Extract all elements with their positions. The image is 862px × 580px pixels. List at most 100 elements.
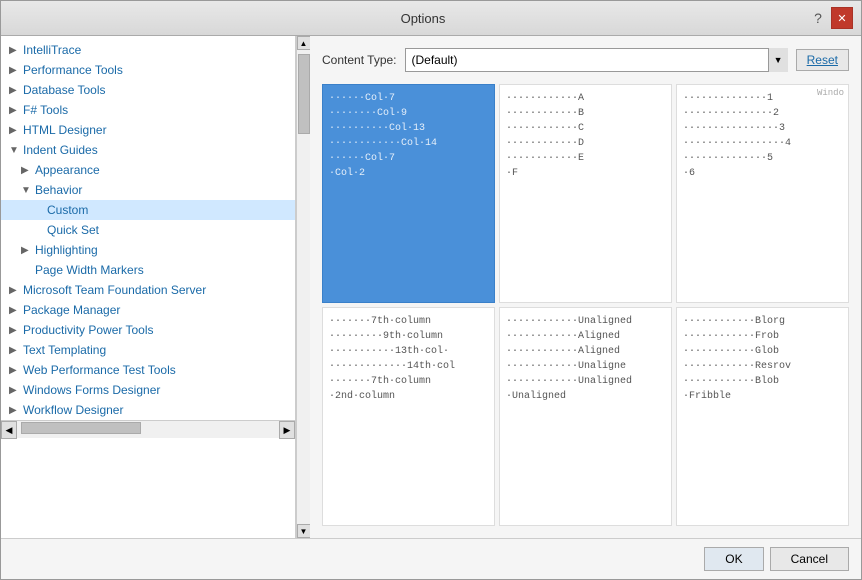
sidebar-item-label: IntelliTrace [23, 43, 81, 57]
sidebar-item-ms-team-foundation[interactable]: ▶ Microsoft Team Foundation Server [1, 280, 295, 300]
sidebar-item-label: Windows Forms Designer [23, 383, 160, 397]
sidebar-item-label: Page Width Markers [35, 263, 144, 277]
chevron-right-icon: ▶ [9, 405, 19, 416]
preview-line: ············Blorg [683, 314, 842, 329]
preview-line: ············Frob [683, 329, 842, 344]
preview-line: ·2nd·column [329, 389, 488, 404]
preview-line: ············Col·14 [329, 136, 488, 151]
preview-line: ······Col·7 [329, 91, 488, 106]
chevron-right-icon: ▶ [9, 45, 19, 56]
help-button[interactable]: ? [807, 7, 829, 29]
content-type-select-wrapper: (Default) ▼ [405, 48, 788, 72]
preview-grid: ······Col·7········Col·9··········Col·13… [322, 84, 849, 526]
chevron-right-icon: ▶ [9, 85, 19, 96]
titlebar: Options ? ✕ [1, 1, 861, 36]
preview-cell-cell-2[interactable]: Windo··············1···············2····… [676, 84, 849, 303]
dialog-title: Options [39, 11, 807, 26]
sidebar-item-package-manager[interactable]: ▶ Package Manager [1, 300, 295, 320]
preview-line: ·Unaligned [506, 389, 665, 404]
sidebar-item-intellitrace[interactable]: ▶ IntelliTrace [1, 40, 295, 60]
preview-line: ·········9th·column [329, 329, 488, 344]
preview-line: ············Resrov [683, 359, 842, 374]
cancel-button[interactable]: Cancel [770, 547, 849, 571]
chevron-down-icon: ▼ [9, 145, 19, 156]
preview-line: ············Aligned [506, 344, 665, 359]
scroll-left-btn[interactable]: ◀ [1, 421, 17, 439]
sidebar-item-quick-set[interactable]: Quick Set [1, 220, 295, 240]
scroll-right-btn[interactable]: ▶ [279, 421, 295, 439]
preview-cell-cell-1[interactable]: ············A············B············C·… [499, 84, 672, 303]
close-button[interactable]: ✕ [831, 7, 853, 29]
preview-cell-cell-4[interactable]: ············Unaligned ············Aligned… [499, 307, 672, 526]
sidebar-item-label: HTML Designer [23, 123, 107, 137]
preview-line: ·F [506, 166, 665, 181]
sidebar-item-label: Package Manager [23, 303, 120, 317]
sidebar-item-fsharp-tools[interactable]: ▶F# Tools [1, 100, 295, 120]
sidebar-item-behavior[interactable]: ▼Behavior [1, 180, 295, 200]
options-dialog: Options ? ✕ ▶IntelliTrace▶Performance To… [0, 0, 862, 580]
preview-line: ········Col·9 [329, 106, 488, 121]
sidebar-item-label: Behavior [35, 183, 82, 197]
scroll-thumb[interactable] [298, 54, 310, 134]
preview-line: ············Glob [683, 344, 842, 359]
sidebar-item-highlighting[interactable]: ▶Highlighting [1, 240, 295, 260]
sidebar-item-label: Workflow Designer [23, 403, 123, 417]
sidebar-item-performance-tools[interactable]: ▶Performance Tools [1, 60, 295, 80]
reset-button[interactable]: Reset [796, 49, 849, 71]
scroll-h-thumb[interactable] [21, 422, 141, 434]
preview-line: ······Col·7 [329, 151, 488, 166]
preview-line: ··············5 [683, 151, 842, 166]
preview-line: ············A [506, 91, 665, 106]
sidebar-scrollbar[interactable]: ▲ ▼ [296, 36, 310, 538]
sidebar-item-label: Performance Tools [23, 63, 123, 77]
preview-line: ·Fribble [683, 389, 842, 404]
scroll-down-btn[interactable]: ▼ [297, 524, 311, 538]
content-type-select[interactable]: (Default) [405, 48, 788, 72]
preview-line: ············Unaligned [506, 374, 665, 389]
chevron-right-icon: ▶ [21, 165, 31, 176]
sidebar-item-label: F# Tools [23, 103, 68, 117]
chevron-right-icon: ▶ [9, 345, 19, 356]
sidebar-item-page-width-markers[interactable]: Page Width Markers [1, 260, 295, 280]
preview-line: ············Unaligne [506, 359, 665, 374]
sidebar-item-windows-forms-designer[interactable]: ▶Windows Forms Designer [1, 380, 295, 400]
sidebar-item-appearance[interactable]: ▶Appearance [1, 160, 295, 180]
preview-line: ·······7th·column [329, 374, 488, 389]
chevron-right-icon: ▶ [9, 285, 19, 296]
preview-line: ············D [506, 136, 665, 151]
sidebar-item-label: Productivity Power Tools [23, 323, 154, 337]
main-content: Content Type: (Default) ▼ Reset ······Co… [310, 36, 861, 538]
sidebar-item-label: Microsoft Team Foundation Server [23, 283, 206, 297]
sidebar-item-workflow-designer[interactable]: ▶ Workflow Designer [1, 400, 295, 420]
sidebar: ▶IntelliTrace▶Performance Tools▶Database… [1, 36, 296, 538]
preview-cell-cell-3[interactable]: ·······7th·column ·········9th·column····… [322, 307, 495, 526]
preview-line: ··········Col·13 [329, 121, 488, 136]
chevron-right-icon: ▶ [21, 245, 31, 256]
chevron-right-icon: ▶ [9, 305, 19, 316]
sidebar-item-text-templating[interactable]: ▶ Text Templating [1, 340, 295, 360]
preview-line: ···········13th·col· [329, 344, 488, 359]
sidebar-item-database-tools[interactable]: ▶ Database Tools [1, 80, 295, 100]
sidebar-item-productivity-power-tools[interactable]: ▶Productivity Power Tools [1, 320, 295, 340]
preview-line: ·················4 [683, 136, 842, 151]
sidebar-item-indent-guides[interactable]: ▼Indent Guides [1, 140, 295, 160]
preview-line: ···············2 [683, 106, 842, 121]
preview-cell-cell-0[interactable]: ······Col·7········Col·9··········Col·13… [322, 84, 495, 303]
preview-line: ·6 [683, 166, 842, 181]
sidebar-item-label: Database Tools [23, 83, 106, 97]
sidebar-item-custom[interactable]: Custom [1, 200, 295, 220]
sidebar-item-html-designer[interactable]: ▶ HTML Designer [1, 120, 295, 140]
titlebar-buttons: ? ✕ [807, 7, 853, 29]
sidebar-item-label: Custom [47, 203, 88, 217]
preview-cell-cell-5[interactable]: ············Blorg············Frob·······… [676, 307, 849, 526]
ok-button[interactable]: OK [704, 547, 763, 571]
scroll-up-btn[interactable]: ▲ [297, 36, 311, 50]
preview-line: ············Blob [683, 374, 842, 389]
sidebar-item-web-performance-test-tools[interactable]: ▶Web Performance Test Tools [1, 360, 295, 380]
preview-line: ············E [506, 151, 665, 166]
preview-line: ············C [506, 121, 665, 136]
preview-line: ················3 [683, 121, 842, 136]
dialog-body: ▶IntelliTrace▶Performance Tools▶Database… [1, 36, 861, 538]
chevron-right-icon: ▶ [9, 125, 19, 136]
sidebar-item-label: Text Templating [23, 343, 106, 357]
